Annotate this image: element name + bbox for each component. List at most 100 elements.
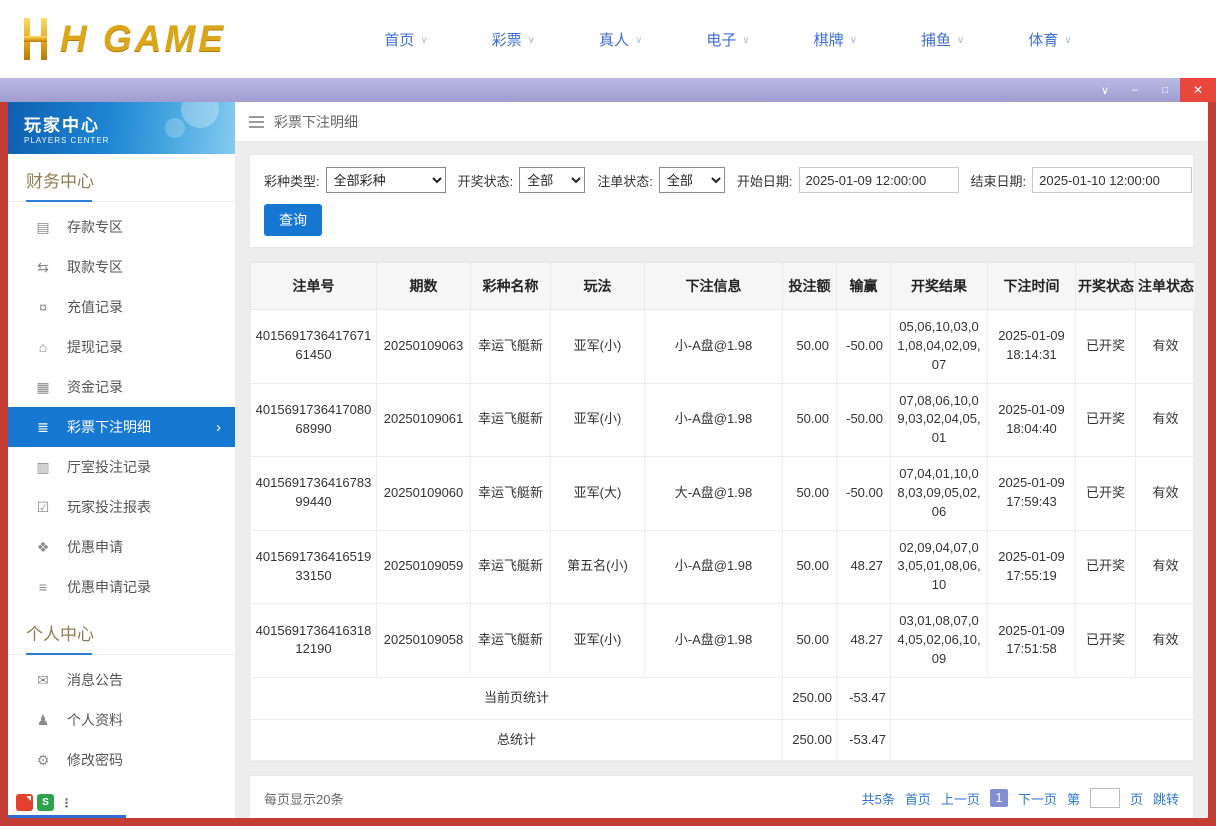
main-content: 彩票下注明细 彩种类型: 全部彩种 开奖状态: 全部 注单状态: 全部 开始日期… — [235, 102, 1208, 818]
cell-win-loss: -50.00 — [836, 382, 891, 458]
cell-lottery-name: 幸运飞艇新 — [470, 529, 551, 605]
menu-icon[interactable] — [249, 115, 264, 128]
pinned-app-icon-red[interactable] — [16, 794, 33, 811]
sidebar-item-0-3[interactable]: ⌂ 提现记录 — [8, 327, 235, 367]
chevron-down-icon: ∨ — [1064, 34, 1072, 46]
cell-draw-result: 02,09,04,07,03,05,01,08,06,10 — [890, 529, 988, 605]
cell-play-type: 第五名(小) — [550, 529, 645, 605]
jump-page-input[interactable] — [1089, 788, 1120, 809]
window-titlebar: ∨ – □ ✕ — [0, 78, 1216, 102]
bet-status-select[interactable]: 全部 — [658, 167, 725, 193]
total-count: 共5条 — [861, 791, 895, 807]
sidebar-title: 玩家中心 — [24, 116, 100, 135]
cell-bet-id: 401569173641651933150 — [250, 529, 377, 605]
chevron-down-icon: ∨ — [957, 34, 965, 46]
lottery-type-select[interactable]: 全部彩种 — [325, 167, 446, 193]
sidebar-item-0-6[interactable]: ▥ 厅室投注记录 — [8, 447, 235, 487]
summary-empty — [890, 676, 1196, 720]
sidebar-item-1-2[interactable]: ⚙ 修改密码 — [8, 740, 235, 780]
nav-item-0[interactable]: 首页 ∨ — [384, 29, 427, 50]
jump-button[interactable]: 跳转 — [1153, 789, 1179, 808]
sidebar-item-label: 消息公告 — [67, 672, 123, 688]
sidebar-item-1-0[interactable]: ✉ 消息公告 — [8, 660, 235, 700]
per-page-label: 每页显示20条 — [264, 791, 344, 807]
sidebar-item-0-8[interactable]: ❖ 优惠申请 — [8, 527, 235, 567]
summary-win-loss: -53.47 — [836, 718, 891, 762]
sidebar-item-0-9[interactable]: ≡ 优惠申请记录 — [8, 567, 235, 607]
start-date-input[interactable] — [798, 167, 959, 193]
close-button[interactable]: ✕ — [1180, 78, 1216, 102]
sidebar-item-label: 优惠申请记录 — [67, 579, 151, 595]
cell-bet-status: 有效 — [1135, 603, 1196, 678]
summary-empty — [890, 718, 1196, 762]
cell-bet-info: 小-A盘@1.98 — [644, 603, 783, 678]
pinned-app-icon-green[interactable]: S — [37, 794, 54, 811]
draw-status-label: 开奖状态: — [457, 173, 514, 189]
cell-draw-status: 已开奖 — [1075, 382, 1136, 458]
table-row: 401569173641631812190 20250109058 幸运飞艇新 亚军(… — [250, 603, 1196, 678]
sidebar-item-label: 个人资料 — [67, 712, 123, 728]
nav-item-3[interactable]: 电子 ∨ — [706, 29, 749, 50]
pinned-more-icon[interactable]: ⋮ — [58, 794, 75, 811]
main-nav: 首页 ∨ 彩票 ∨ 真人 ∨ 电子 ∨ 棋牌 ∨ 捕鱼 ∨ 体育 ∨ — [322, 29, 1134, 50]
cell-bet-amount: 50.00 — [782, 603, 837, 678]
table-row: 401569173641678399440 20250109060 幸运飞艇新 亚军(… — [250, 456, 1196, 531]
column-header-bet-status: 注单状态 — [1135, 262, 1196, 310]
bets-table-panel: 注单号 期数 彩种名称 玩法 下注信息 投注额 输赢 开奖结果 下注时间 开奖状态 注单状态 4015… — [249, 261, 1196, 763]
cell-period: 20250109063 — [376, 309, 471, 384]
sidebar-item-0-7[interactable]: ☑ 玩家投注报表 — [8, 487, 235, 527]
pager: 共5条 首页 上一页 1 下一页 第 页 跳转 — [861, 788, 1179, 809]
sidebar-item-0-0[interactable]: ▤ 存款专区 — [8, 207, 235, 247]
site-logo[interactable]: H GAME — [22, 18, 322, 60]
nav-item-1[interactable]: 彩票 ∨ — [492, 29, 535, 50]
cell-bet-amount: 50.00 — [782, 529, 837, 605]
end-date-input[interactable] — [1032, 167, 1193, 193]
cell-draw-result: 03,01,08,07,04,05,02,06,10,09 — [890, 603, 988, 678]
sidebar-item-0-2[interactable]: ¤ 充值记录 — [8, 287, 235, 327]
cell-bet-status: 有效 — [1135, 529, 1196, 605]
column-header-draw-result: 开奖结果 — [890, 262, 988, 310]
nav-item-label: 彩票 — [491, 31, 522, 49]
sidebar-item-0-1[interactable]: ⇆ 取款专区 — [8, 247, 235, 287]
column-header-period: 期数 — [376, 262, 471, 310]
current-page[interactable]: 1 — [989, 789, 1008, 808]
recharge-record-icon: ¤ — [39, 299, 47, 315]
bets-table: 注单号 期数 彩种名称 玩法 下注信息 投注额 输赢 开奖结果 下注时间 开奖状态 注单状态 4015… — [250, 262, 1196, 762]
cell-bet-status: 有效 — [1135, 456, 1196, 531]
cell-bet-info: 小-A盘@1.98 — [644, 309, 783, 384]
next-page-link[interactable]: 下一页 — [1018, 789, 1057, 808]
column-header-play-type: 玩法 — [550, 262, 645, 310]
nav-item-2[interactable]: 真人 ∨ — [599, 29, 642, 50]
table-header: 注单号 期数 彩种名称 玩法 下注信息 投注额 输赢 开奖结果 下注时间 开奖状态 注单状态 — [250, 262, 1196, 310]
chevron-right-icon: › — [216, 418, 221, 436]
cell-bet-id: 401569173641631812190 — [250, 603, 377, 678]
change-password-icon: ⚙ — [36, 751, 50, 768]
sidebar-item-0-5[interactable]: ≣ 彩票下注明细 › — [8, 407, 235, 447]
prev-page-link[interactable]: 上一页 — [941, 789, 980, 808]
chevron-down-icon: ∨ — [420, 34, 428, 46]
query-button[interactable]: 查询 — [264, 204, 322, 236]
maximize-button[interactable]: □ — [1150, 78, 1180, 102]
sidebar-item-0-4[interactable]: ▦ 资金记录 — [8, 367, 235, 407]
cell-bet-id: 401569173641767161450 — [250, 309, 377, 384]
summary-row: 总统计 250.00 -53.47 — [250, 718, 1196, 762]
first-page-link[interactable]: 首页 — [905, 789, 931, 808]
sidebar-item-1-1[interactable]: ♟ 个人资料 — [8, 700, 235, 740]
player-report-icon: ☑ — [36, 498, 50, 515]
nav-item-4[interactable]: 棋牌 ∨ — [814, 29, 857, 50]
cell-lottery-name: 幸运飞艇新 — [470, 603, 551, 678]
nav-item-6[interactable]: 体育 ∨ — [1028, 29, 1071, 50]
collapse-button[interactable]: ∨ — [1090, 78, 1120, 102]
minimize-button[interactable]: – — [1120, 78, 1150, 102]
nav-item-label: 电子 — [706, 31, 737, 49]
pinned-app-icons: S ⋮ — [16, 794, 75, 811]
page-title: 彩票下注明细 — [274, 113, 358, 130]
summary-row: 当前页统计 250.00 -53.47 — [250, 676, 1196, 720]
lottery-bet-details-icon: ≣ — [37, 418, 49, 435]
lottery-type-label: 彩种类型: — [264, 173, 320, 189]
nav-item-5[interactable]: 捕鱼 ∨ — [921, 29, 964, 50]
table-row: 401569173641651933150 20250109059 幸运飞艇新 第五名… — [250, 529, 1196, 605]
cell-bet-time: 2025-01-09 18:04:40 — [987, 382, 1076, 458]
draw-status-select[interactable]: 全部 — [519, 167, 586, 193]
withdrawal-record-icon: ⌂ — [38, 339, 48, 355]
